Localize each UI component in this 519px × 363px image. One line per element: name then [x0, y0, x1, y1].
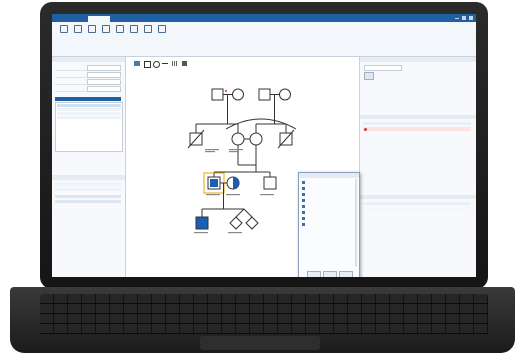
grid-icon[interactable] — [172, 61, 178, 66]
context-menu — [298, 172, 360, 277]
item-icon — [302, 187, 305, 190]
form-row — [55, 79, 121, 85]
grandfather-paternal — [211, 88, 224, 101]
list-item[interactable] — [57, 112, 121, 115]
print-icon — [102, 25, 110, 33]
maximize-icon[interactable] — [462, 16, 466, 20]
item-icon — [302, 199, 305, 202]
table-row[interactable] — [55, 195, 121, 198]
form-row — [55, 65, 121, 71]
left-panel-header — [52, 57, 125, 62]
delete-icon[interactable] — [182, 61, 187, 66]
item-icon — [302, 211, 305, 214]
menu-item[interactable] — [302, 217, 352, 222]
save-button[interactable] — [86, 25, 98, 47]
minimize-icon[interactable] — [455, 18, 459, 19]
male-icon[interactable] — [144, 61, 151, 68]
pointer-icon[interactable] — [134, 61, 140, 66]
item-icon — [302, 193, 305, 196]
new-button[interactable] — [58, 25, 70, 47]
grandmother-paternal — [232, 88, 244, 101]
alert-icon — [364, 127, 367, 131]
menu-item[interactable] — [302, 181, 352, 186]
trackpad — [200, 336, 320, 350]
menu-item[interactable] — [302, 211, 352, 216]
child-unknown-sex-2 — [245, 216, 259, 230]
ok-button[interactable] — [307, 271, 321, 277]
item-icon — [302, 181, 305, 184]
selector-field[interactable] — [364, 65, 402, 71]
form-row — [55, 72, 121, 78]
scrollbar[interactable] — [355, 179, 357, 267]
field-input[interactable] — [87, 72, 121, 78]
item-icon — [302, 223, 305, 226]
undo-button[interactable] — [114, 25, 126, 47]
table-header-row — [363, 122, 471, 125]
table-header — [52, 175, 125, 180]
table-row[interactable] — [55, 183, 121, 186]
table-header-row — [363, 202, 471, 205]
child-unknown-sex-1 — [229, 216, 243, 230]
mother — [231, 132, 245, 146]
title-bar — [52, 14, 476, 22]
open-button[interactable] — [72, 25, 84, 47]
member-list[interactable] — [55, 102, 123, 152]
undo-icon — [116, 25, 124, 33]
child-affected — [195, 216, 209, 230]
app-window — [52, 14, 476, 277]
new-icon — [60, 25, 68, 33]
close-icon[interactable] — [469, 16, 473, 20]
cancel-button[interactable] — [339, 271, 353, 277]
aunt — [249, 132, 263, 146]
field-input[interactable] — [87, 79, 121, 85]
table-row[interactable] — [363, 207, 471, 210]
list-item[interactable] — [57, 104, 121, 107]
grandmother-maternal — [279, 88, 291, 101]
menu-item[interactable] — [302, 199, 352, 204]
redo-button[interactable] — [128, 25, 140, 47]
form-row — [55, 86, 121, 92]
field-input[interactable] — [87, 65, 121, 71]
redo-icon — [130, 25, 138, 33]
settings-icon — [158, 25, 166, 33]
open-icon — [74, 25, 82, 33]
print-button[interactable] — [100, 25, 112, 47]
tab-active[interactable] — [88, 16, 110, 22]
menu-item[interactable] — [302, 193, 352, 198]
menu-item[interactable] — [302, 223, 352, 228]
right-panel — [359, 57, 476, 277]
section-header — [360, 195, 476, 199]
zoom-icon — [144, 25, 152, 33]
right-panel-header — [360, 57, 476, 62]
item-icon — [302, 205, 305, 208]
zoom-button[interactable] — [142, 25, 154, 47]
menu-item[interactable] — [302, 187, 352, 192]
settings-button[interactable] — [156, 25, 168, 47]
item-icon — [302, 217, 305, 220]
keyboard-rows — [40, 294, 488, 334]
list-item[interactable] — [57, 108, 121, 111]
table-row[interactable] — [55, 200, 121, 203]
list-header — [55, 97, 121, 101]
grandfather-maternal — [258, 88, 271, 101]
save-icon — [88, 25, 96, 33]
left-panel — [52, 57, 126, 277]
female-icon[interactable] — [153, 61, 160, 68]
list-item[interactable] — [57, 116, 121, 119]
menu-item[interactable] — [302, 205, 352, 210]
table-row[interactable] — [363, 127, 471, 131]
line-icon[interactable] — [162, 63, 168, 64]
filter-button[interactable] — [364, 72, 374, 80]
menu-header — [299, 173, 359, 178]
section-header — [360, 115, 476, 119]
field-input[interactable] — [87, 86, 121, 92]
ribbon-toolbar — [52, 16, 476, 57]
apply-button[interactable] — [323, 271, 337, 277]
table-row[interactable] — [55, 188, 121, 191]
brother — [263, 176, 277, 190]
